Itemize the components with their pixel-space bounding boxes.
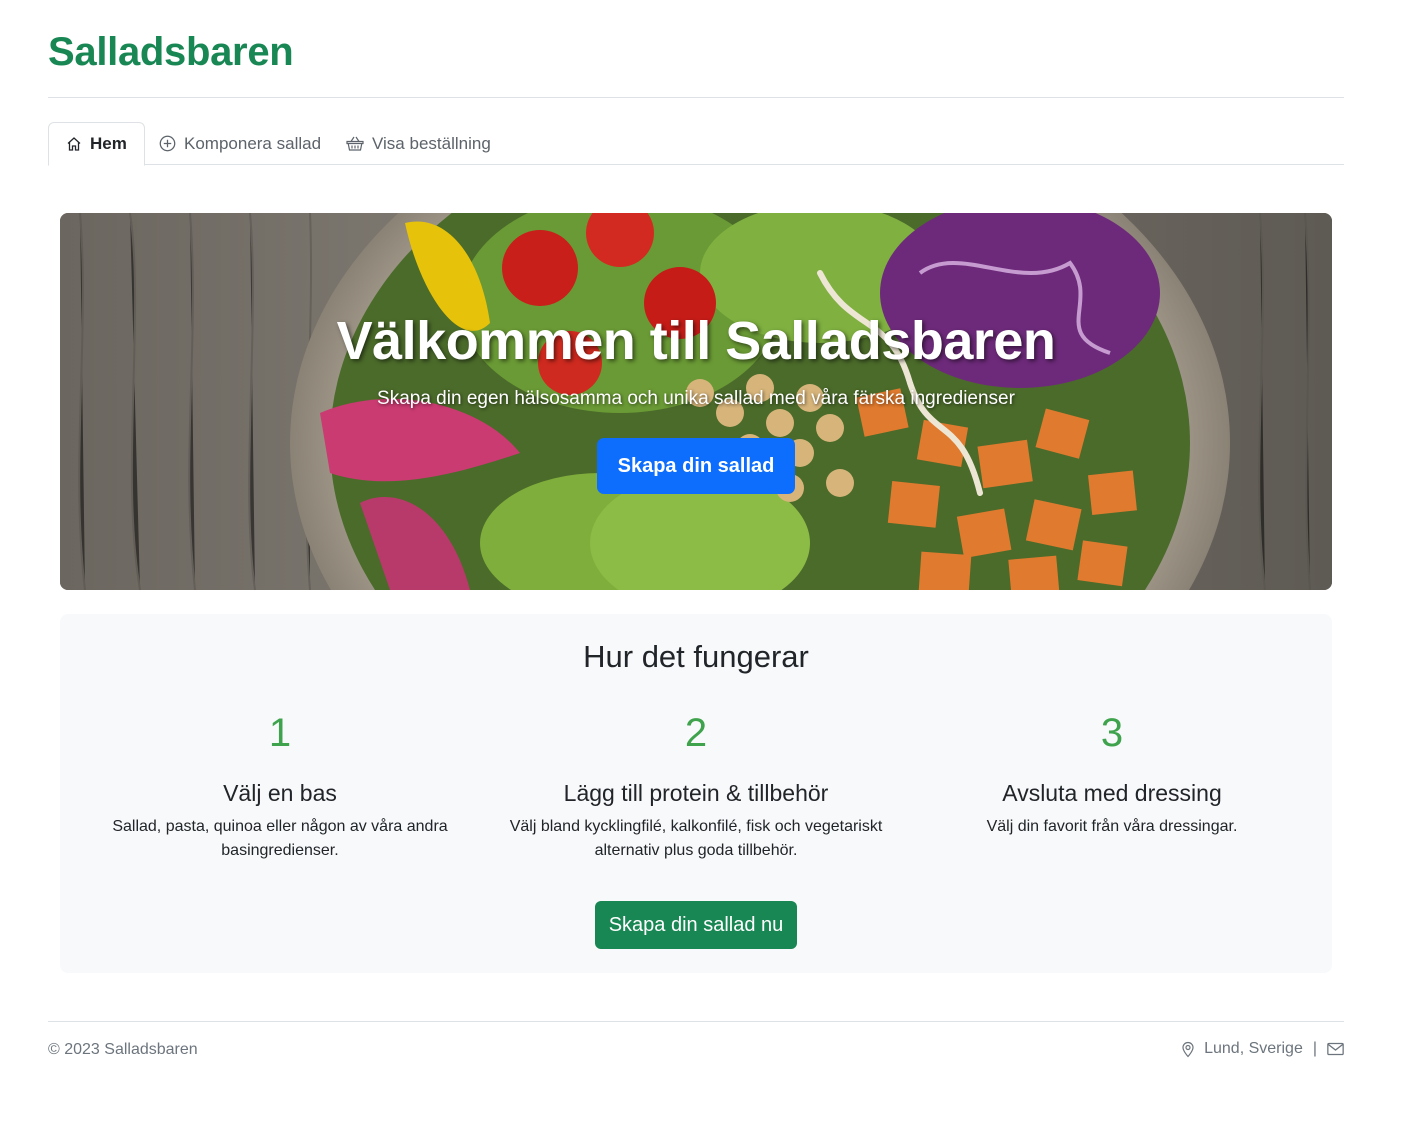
tab-view-order[interactable]: Visa beställning	[329, 122, 508, 165]
tab-order-label: Visa beställning	[372, 133, 491, 153]
step-title: Välj en bas	[223, 780, 337, 806]
step-description: Välj din favorit från våra dressingar.	[986, 818, 1238, 835]
step-card: 1 Välj en bas Sallad, pasta, quinoa elle…	[80, 708, 480, 863]
footer-separator: |	[1312, 1040, 1317, 1057]
tab-home-label: Hem	[90, 134, 127, 153]
footer-divider	[48, 1021, 1344, 1022]
tab-compose-salad[interactable]: Komponera sallad	[142, 122, 338, 165]
footer-location: Lund, Sverige	[1204, 1040, 1303, 1057]
nav-tabs: Hem Komponera sallad Visa beställning	[48, 122, 1344, 166]
how-it-works-section: Hur det fungerar 1 Välj en bas Sallad, p…	[60, 614, 1332, 973]
step-title: Lägg till protein & tillbehör	[563, 780, 829, 806]
tab-compose-label: Komponera sallad	[184, 133, 322, 153]
hero-subtitle: Skapa din egen hälsosamma och unika sall…	[377, 388, 1015, 409]
brand-title[interactable]: Salladsbaren	[48, 30, 294, 75]
map-pin-icon	[1182, 1041, 1194, 1057]
step-card: 3 Avsluta med dressing Välj din favorit …	[912, 708, 1312, 839]
how-it-works-title: Hur det fungerar	[583, 639, 809, 674]
step-description: Sallad, pasta, quinoa eller någon av vår…	[112, 818, 448, 859]
hero-banner: Välkommen till Salladsbaren Skapa din eg…	[60, 213, 1332, 590]
footer-copyright: © 2023 Salladsbaren	[48, 1041, 198, 1058]
create-salad-now-button[interactable]: Skapa din sallad nu	[595, 901, 797, 949]
step-description: Välj bland kycklingfilé, kalkonfilé, fis…	[509, 818, 883, 859]
plus-circle-icon	[159, 135, 176, 152]
step-number: 3	[1100, 711, 1124, 755]
tab-home[interactable]: Hem	[48, 122, 145, 166]
envelope-icon[interactable]	[1327, 1042, 1344, 1056]
step-card: 2 Lägg till protein & tillbehör Välj bla…	[496, 708, 896, 863]
step-title: Avsluta med dressing	[1002, 780, 1222, 806]
basket-icon	[346, 136, 364, 151]
footer-contact: Lund, Sverige |	[1180, 1040, 1344, 1058]
house-icon	[67, 137, 81, 151]
step-number: 2	[684, 711, 708, 755]
header-divider	[48, 97, 1344, 98]
hero-title: Välkommen till Salladsbaren	[336, 311, 1056, 371]
create-salad-button[interactable]: Skapa din sallad	[597, 438, 795, 494]
step-number: 1	[268, 711, 292, 755]
